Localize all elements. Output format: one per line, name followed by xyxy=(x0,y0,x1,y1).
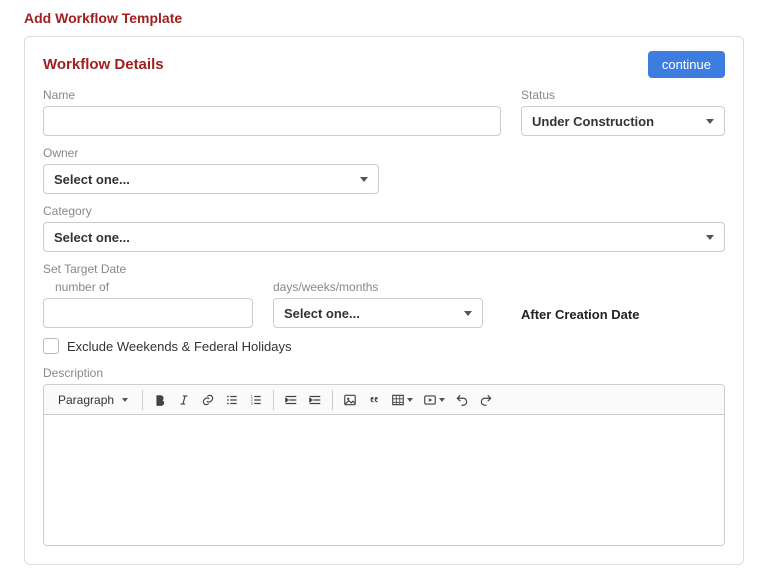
exclude-checkbox[interactable] xyxy=(43,338,59,354)
media-icon xyxy=(423,393,437,407)
bullet-list-icon xyxy=(225,393,239,407)
chevron-down-icon xyxy=(706,119,714,124)
set-target-label: Set Target Date xyxy=(43,262,725,276)
link-icon xyxy=(201,393,215,407)
rich-text-editor: Paragraph 123 xyxy=(43,384,725,546)
number-of-label: number of xyxy=(43,280,253,294)
media-button[interactable] xyxy=(419,389,449,411)
status-select-value: Under Construction xyxy=(532,114,654,129)
chevron-down-icon xyxy=(706,235,714,240)
indent-button[interactable] xyxy=(304,389,326,411)
blockquote-button[interactable] xyxy=(363,389,385,411)
chevron-down-icon xyxy=(464,311,472,316)
units-select[interactable]: Select one... xyxy=(273,298,483,328)
redo-icon xyxy=(479,393,493,407)
chevron-down-icon xyxy=(407,398,413,402)
category-select[interactable]: Select one... xyxy=(43,222,725,252)
name-label: Name xyxy=(43,88,501,102)
owner-label: Owner xyxy=(43,146,379,160)
page-title: Add Workflow Template xyxy=(24,10,744,26)
bold-icon xyxy=(153,393,167,407)
category-select-value: Select one... xyxy=(54,230,130,245)
outdent-icon xyxy=(284,393,298,407)
card-title: Workflow Details xyxy=(43,56,164,73)
chevron-down-icon xyxy=(439,398,445,402)
image-button[interactable] xyxy=(339,389,361,411)
quote-icon xyxy=(367,393,381,407)
category-label: Category xyxy=(43,204,725,218)
toolbar-divider xyxy=(273,390,274,410)
undo-button[interactable] xyxy=(451,389,473,411)
editor-textarea[interactable] xyxy=(44,415,724,545)
number-of-input[interactable] xyxy=(43,298,253,328)
after-creation-label: After Creation Date xyxy=(503,307,639,328)
table-button[interactable] xyxy=(387,389,417,411)
bullet-list-button[interactable] xyxy=(221,389,243,411)
editor-toolbar: Paragraph 123 xyxy=(44,385,724,415)
toolbar-divider xyxy=(142,390,143,410)
numbered-list-button[interactable]: 123 xyxy=(245,389,267,411)
block-format-value: Paragraph xyxy=(58,393,114,407)
block-format-select[interactable]: Paragraph xyxy=(50,391,136,409)
owner-select[interactable]: Select one... xyxy=(43,164,379,194)
workflow-details-card: Workflow Details continue Name Status Un… xyxy=(24,36,744,565)
chevron-down-icon xyxy=(360,177,368,182)
bold-button[interactable] xyxy=(149,389,171,411)
card-header: Workflow Details continue xyxy=(43,51,725,78)
italic-icon xyxy=(177,393,191,407)
status-select[interactable]: Under Construction xyxy=(521,106,725,136)
undo-icon xyxy=(455,393,469,407)
outdent-button[interactable] xyxy=(280,389,302,411)
table-icon xyxy=(391,393,405,407)
indent-icon xyxy=(308,393,322,407)
svg-text:3: 3 xyxy=(251,401,253,405)
redo-button[interactable] xyxy=(475,389,497,411)
units-select-value: Select one... xyxy=(284,306,360,321)
name-input[interactable] xyxy=(43,106,501,136)
status-label: Status xyxy=(521,88,725,102)
exclude-label: Exclude Weekends & Federal Holidays xyxy=(67,339,292,354)
toolbar-divider xyxy=(332,390,333,410)
numbered-list-icon: 123 xyxy=(249,393,263,407)
description-label: Description xyxy=(43,366,725,380)
italic-button[interactable] xyxy=(173,389,195,411)
units-label: days/weeks/months xyxy=(273,280,483,294)
chevron-down-icon xyxy=(122,398,128,402)
owner-select-value: Select one... xyxy=(54,172,130,187)
continue-button[interactable]: continue xyxy=(648,51,725,78)
image-icon xyxy=(343,393,357,407)
link-button[interactable] xyxy=(197,389,219,411)
